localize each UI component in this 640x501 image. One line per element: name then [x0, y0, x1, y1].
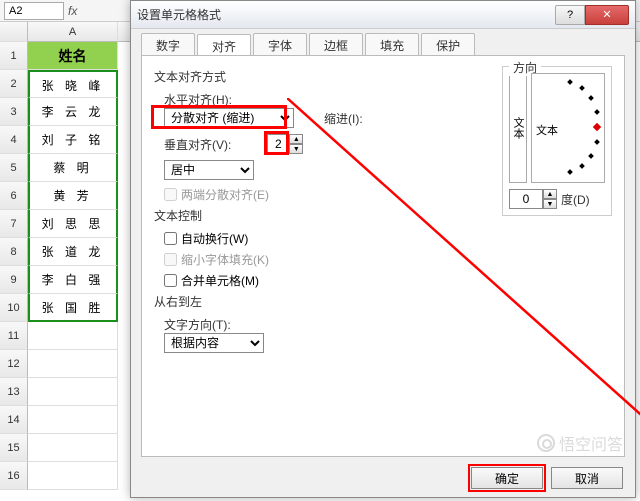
cell[interactable]: [28, 406, 118, 434]
row-header[interactable]: 7: [0, 210, 28, 238]
cell[interactable]: [28, 322, 118, 350]
watermark: 悟空问答: [537, 431, 623, 455]
cell[interactable]: 刘 子 铭: [28, 126, 118, 154]
cell[interactable]: [28, 462, 118, 490]
justify-distributed-label: 两端分散对齐(E): [181, 186, 269, 203]
indent-up[interactable]: ▲: [289, 134, 303, 144]
row-header[interactable]: 5: [0, 154, 28, 182]
cell[interactable]: 刘 思 思: [28, 210, 118, 238]
degree-input[interactable]: [509, 189, 543, 209]
row-header[interactable]: 2: [0, 70, 28, 98]
orientation-group: 方向 文本 文本: [502, 66, 612, 216]
tabstrip: 数字 对齐 字体 边框 填充 保护: [131, 29, 635, 55]
justify-distributed-checkbox: [164, 188, 177, 201]
select-all-corner[interactable]: [0, 22, 28, 42]
row-header[interactable]: 12: [0, 350, 28, 378]
cell[interactable]: [28, 378, 118, 406]
cancel-button[interactable]: 取消: [551, 467, 623, 489]
text-direction-select[interactable]: 根据内容: [164, 333, 264, 353]
tab-fill[interactable]: 填充: [365, 33, 419, 55]
orientation-dial[interactable]: 文本: [531, 73, 605, 183]
row-header[interactable]: 6: [0, 182, 28, 210]
close-button[interactable]: ✕: [585, 5, 629, 25]
cell[interactable]: 李 白 强: [28, 266, 118, 294]
alignment-panel: 文本对齐方式 水平对齐(H): 分散对齐 (缩进) 缩进(I): 垂直对齐(V)…: [141, 55, 625, 457]
orientation-handle[interactable]: [593, 123, 601, 131]
row-header[interactable]: 11: [0, 322, 28, 350]
row-header[interactable]: 13: [0, 378, 28, 406]
row-header[interactable]: 8: [0, 238, 28, 266]
tab-border[interactable]: 边框: [309, 33, 363, 55]
row-header[interactable]: 10: [0, 294, 28, 322]
wrap-check[interactable]: 自动换行(W): [154, 230, 612, 247]
row-header[interactable]: 3: [0, 98, 28, 126]
row-header[interactable]: 15: [0, 434, 28, 462]
indent-down[interactable]: ▼: [289, 144, 303, 154]
tab-font[interactable]: 字体: [253, 33, 307, 55]
name-box[interactable]: [4, 2, 64, 20]
degree-up[interactable]: ▲: [543, 189, 557, 199]
dialog-title: 设置单元格格式: [137, 6, 555, 23]
degree-label: 度(D): [561, 191, 590, 208]
cell[interactable]: 黄 芳: [28, 182, 118, 210]
help-button[interactable]: ?: [555, 5, 585, 25]
watermark-logo-icon: [537, 434, 555, 452]
tab-protection[interactable]: 保护: [421, 33, 475, 55]
text-dir-label: 文字方向(T):: [154, 316, 612, 333]
row-header[interactable]: 14: [0, 406, 28, 434]
row-header[interactable]: 16: [0, 462, 28, 490]
fx-icon: fx: [68, 4, 82, 18]
v-align-select[interactable]: 居中: [164, 160, 254, 180]
cell[interactable]: 张 国 胜: [28, 294, 118, 322]
tab-number[interactable]: 数字: [141, 33, 195, 55]
merge-check[interactable]: 合并单元格(M): [154, 272, 612, 289]
cell[interactable]: 李 云 龙: [28, 98, 118, 126]
row-header[interactable]: 9: [0, 266, 28, 294]
orientation-vertical[interactable]: 文本: [509, 73, 527, 183]
indent-spinner[interactable]: ▲▼: [267, 134, 303, 154]
h-align-select[interactable]: 分散对齐 (缩进): [164, 108, 294, 128]
cell[interactable]: 蔡 明: [28, 154, 118, 182]
tab-alignment[interactable]: 对齐: [197, 34, 251, 56]
cell-header[interactable]: 姓名: [28, 42, 118, 70]
merge-checkbox[interactable]: [164, 274, 177, 287]
indent-label: 缩进(I):: [324, 110, 363, 127]
degree-spinner[interactable]: ▲▼: [509, 189, 557, 209]
titlebar[interactable]: 设置单元格格式 ? ✕: [131, 1, 635, 29]
shrink-label: 缩小字体填充(K): [181, 251, 269, 268]
indent-input[interactable]: [267, 134, 289, 154]
wrap-checkbox[interactable]: [164, 232, 177, 245]
watermark-text: 悟空问答: [559, 431, 623, 455]
cell[interactable]: [28, 434, 118, 462]
row-header[interactable]: 1: [0, 42, 28, 70]
orientation-vertical-text: 文本: [512, 117, 524, 139]
ok-button[interactable]: 确定: [471, 467, 543, 489]
orientation-dial-text: 文本: [536, 122, 558, 138]
cell[interactable]: [28, 350, 118, 378]
merge-label: 合并单元格(M): [181, 272, 259, 289]
cell[interactable]: 张 晓 峰: [28, 70, 118, 98]
format-cells-dialog: 设置单元格格式 ? ✕ 数字 对齐 字体 边框 填充 保护 文本对齐方式 水平对…: [130, 0, 636, 498]
row-header[interactable]: 4: [0, 126, 28, 154]
shrink-check: 缩小字体填充(K): [154, 251, 612, 268]
cell[interactable]: 张 道 龙: [28, 238, 118, 266]
section-rtl: 从右到左: [154, 293, 612, 310]
wrap-label: 自动换行(W): [181, 230, 248, 247]
v-align-label: 垂直对齐(V):: [154, 136, 231, 153]
shrink-checkbox: [164, 253, 177, 266]
col-header-A[interactable]: A: [28, 22, 118, 42]
degree-down[interactable]: ▼: [543, 199, 557, 209]
dialog-footer: 确定 取消: [471, 467, 623, 489]
